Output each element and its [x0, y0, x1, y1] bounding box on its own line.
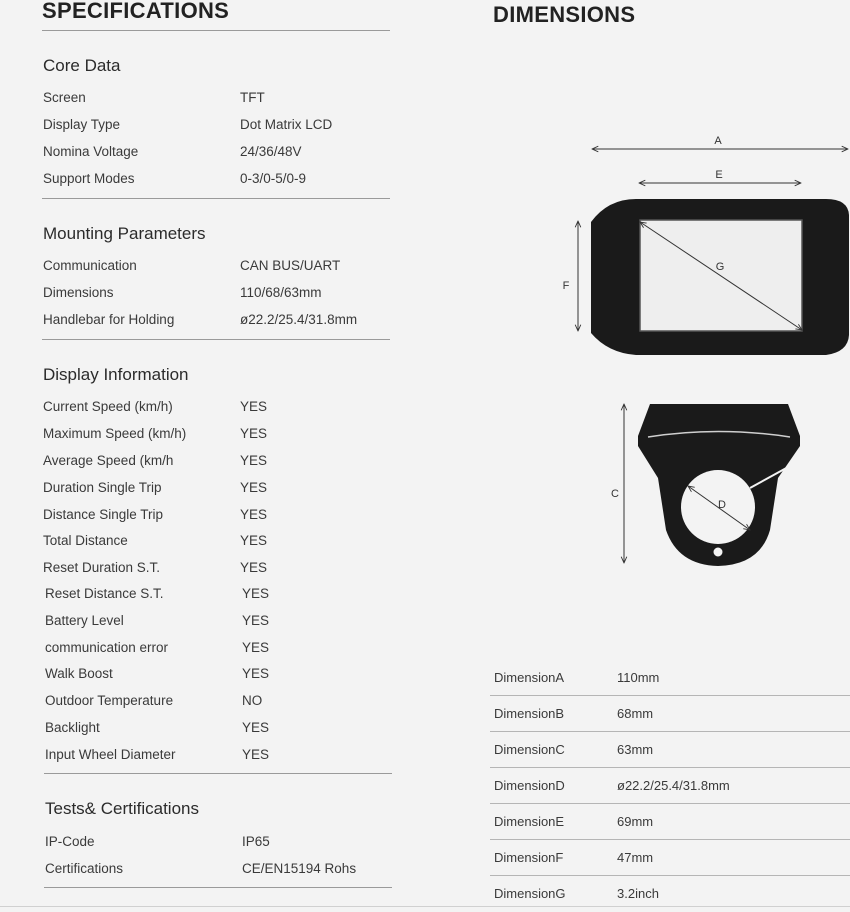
- dimension-label: DimensionD: [494, 778, 565, 793]
- spec-label: Display Type: [43, 117, 121, 132]
- dimension-c-label: C: [611, 488, 619, 500]
- spec-label: Duration Single Trip: [43, 480, 162, 495]
- section-title-tests-certifications: Tests& Certifications: [45, 799, 199, 818]
- table-row: DimensionE 69mm: [490, 804, 850, 840]
- spec-label: Reset Duration S.T.: [43, 560, 161, 575]
- dimension-label: DimensionF: [494, 850, 564, 865]
- spec-label: Battery Level: [45, 613, 124, 628]
- clamp-screw: [712, 546, 724, 558]
- dimension-label: DimensionA: [494, 670, 565, 685]
- dimension-e-label: E: [715, 169, 722, 181]
- title-divider: [42, 30, 390, 31]
- spec-label: Walk Boost: [45, 666, 113, 681]
- spec-label: Average Speed (km/h: [43, 453, 174, 468]
- page-bottom-divider: [0, 906, 850, 907]
- dimension-d-label: D: [718, 499, 726, 511]
- spec-value: YES: [240, 507, 268, 522]
- spec-value: NO: [242, 693, 263, 708]
- spec-value: Dot Matrix LCD: [240, 117, 333, 132]
- spec-label: Certifications: [45, 861, 124, 876]
- spec-label: Nomina Voltage: [43, 144, 139, 159]
- dimension-value: 3.2inch: [617, 886, 659, 901]
- spec-value: YES: [240, 533, 268, 548]
- spec-value: CAN BUS/UART: [240, 258, 341, 273]
- table-row: DimensionD ø22.2/25.4/31.8mm: [490, 768, 850, 804]
- spec-value: YES: [240, 480, 268, 495]
- dimension-value: 110mm: [617, 670, 660, 685]
- spec-label: Current Speed (km/h): [43, 399, 173, 414]
- spec-value: YES: [242, 720, 270, 735]
- section-divider: [42, 198, 390, 199]
- dimension-value: ø22.2/25.4/31.8mm: [617, 778, 730, 793]
- table-row: DimensionA 110mm: [490, 660, 850, 696]
- dimension-value: 69mm: [617, 814, 654, 829]
- spec-value: IP65: [242, 834, 270, 849]
- dimension-label: DimensionE: [494, 814, 565, 829]
- dimension-label: DimensionC: [494, 742, 565, 757]
- spec-value: 0-3/0-5/0-9: [240, 171, 307, 186]
- spec-label: Maximum Speed (km/h): [43, 426, 187, 441]
- section-divider: [42, 339, 390, 340]
- dimension-f-label: F: [563, 280, 570, 292]
- dimension-diagram: A E F G D C: [563, 135, 849, 566]
- spec-label: Distance Single Trip: [43, 507, 164, 522]
- spec-label: Backlight: [45, 720, 100, 735]
- dimensions-panel: DIMENSIONS A E F G D C DimensionA 110mm …: [460, 0, 850, 911]
- dimension-a-label: A: [714, 135, 722, 147]
- dimension-label: DimensionB: [494, 706, 565, 721]
- dimension-value: 63mm: [617, 742, 654, 757]
- spec-label: communication error: [45, 640, 169, 655]
- section-divider: [44, 887, 392, 888]
- spec-label: Communication: [43, 258, 137, 273]
- spec-value: YES: [240, 426, 268, 441]
- spec-value: YES: [242, 613, 270, 628]
- dimension-g-label: G: [716, 261, 725, 273]
- spec-value: YES: [242, 586, 270, 601]
- spec-value: 24/36/48V: [240, 144, 302, 159]
- spec-label: Input Wheel Diameter: [45, 747, 176, 762]
- spec-value: YES: [242, 666, 270, 681]
- spec-value: ø22.2/25.4/31.8mm: [240, 312, 358, 327]
- dimension-label: DimensionG: [494, 886, 566, 901]
- dimension-value: 47mm: [617, 850, 654, 865]
- section-title-core-data: Core Data: [43, 56, 121, 75]
- table-row: DimensionB 68mm: [490, 696, 850, 732]
- spec-label: IP-Code: [45, 834, 95, 849]
- spec-value: YES: [240, 399, 268, 414]
- spec-value: YES: [240, 453, 268, 468]
- spec-value: TFT: [240, 90, 265, 105]
- table-row: DimensionF 47mm: [490, 840, 850, 876]
- spec-label: Handlebar for Holding: [43, 312, 175, 327]
- spec-value: CE/EN15194 Rohs: [242, 861, 357, 876]
- spec-label: Total Distance: [43, 533, 128, 548]
- section-title-display-information: Display Information: [43, 365, 189, 384]
- spec-label: Support Modes: [43, 171, 135, 186]
- spec-value: 110/68/63mm: [240, 285, 322, 300]
- table-row: DimensionC 63mm: [490, 732, 850, 768]
- spec-value: YES: [242, 640, 270, 655]
- spec-value: YES: [240, 560, 268, 575]
- spec-label: Outdoor Temperature: [45, 693, 174, 708]
- dimension-value: 68mm: [617, 706, 654, 721]
- spec-label: Reset Distance S.T.: [45, 586, 164, 601]
- spec-label: Dimensions: [43, 285, 114, 300]
- section-title-mounting-parameters: Mounting Parameters: [43, 224, 206, 243]
- section-divider: [44, 773, 392, 774]
- spec-label: Screen: [43, 90, 86, 105]
- spec-value: YES: [242, 747, 270, 762]
- specifications-title: SPECIFICATIONS: [42, 0, 230, 23]
